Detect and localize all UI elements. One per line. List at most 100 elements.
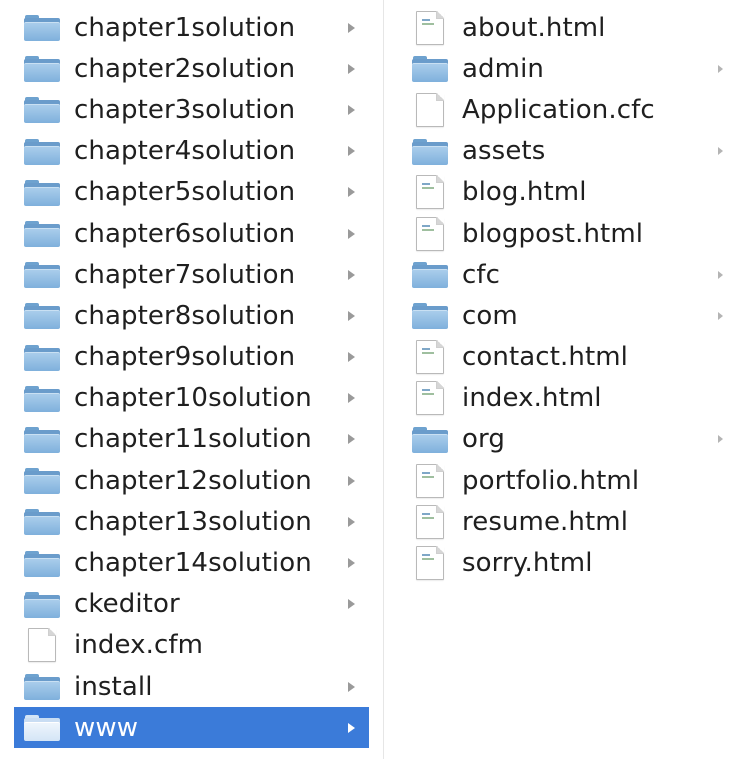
item-label: ckeditor xyxy=(74,589,180,620)
folder-icon xyxy=(24,591,60,618)
html-file-icon xyxy=(416,216,444,251)
chevron-right-icon xyxy=(718,147,723,156)
html-file-icon xyxy=(416,546,444,581)
file-row-index-cfm[interactable]: index.cfm xyxy=(0,625,383,666)
folder-row-com[interactable]: com xyxy=(384,295,739,336)
item-label: index.html xyxy=(462,383,602,414)
chevron-right-icon xyxy=(348,187,355,198)
chevron-right-icon xyxy=(348,475,355,486)
folder-icon xyxy=(24,261,60,289)
folder-row-chapter4solution[interactable]: chapter4solution xyxy=(0,131,383,172)
file-row-resume-html[interactable]: resume.html xyxy=(384,501,739,542)
folder-row-chapter6solution[interactable]: chapter6solution xyxy=(0,213,383,254)
folder-icon xyxy=(24,550,60,577)
item-label: index.cfm xyxy=(74,630,204,661)
file-row-portfolio-html[interactable]: portfolio.html xyxy=(384,460,739,501)
chevron-right-icon xyxy=(348,269,355,280)
item-label: resume.html xyxy=(462,506,629,537)
folder-icon xyxy=(24,55,60,83)
item-label: portfolio.html xyxy=(462,465,640,496)
folder-row-chapter2solution[interactable]: chapter2solution xyxy=(0,48,383,89)
folder-icon xyxy=(24,96,60,124)
chevron-right-icon xyxy=(348,228,355,239)
folder-icon xyxy=(412,302,448,330)
item-label: admin xyxy=(462,53,544,84)
folder-row-chapter10solution[interactable]: chapter10solution xyxy=(0,378,383,419)
item-label: chapter5solution xyxy=(74,177,296,208)
folder-icon xyxy=(24,220,60,248)
item-label: contact.html xyxy=(462,342,628,373)
folder-icon xyxy=(24,179,60,206)
folder-row-org[interactable]: org xyxy=(384,419,739,460)
chevron-right-icon xyxy=(348,104,355,115)
folder-row-chapter3solution[interactable]: chapter3solution xyxy=(0,89,383,130)
folder-icon xyxy=(24,344,60,371)
parent-folder-column[interactable]: chapter1solution chapter2solution chapter3… xyxy=(0,0,384,759)
folder-row-chapter9solution[interactable]: chapter9solution xyxy=(0,337,383,378)
item-label: chapter13solution xyxy=(74,506,312,537)
folder-icon xyxy=(412,261,448,289)
item-label: chapter6solution xyxy=(74,218,296,249)
chevron-right-icon xyxy=(348,434,355,445)
folder-row-chapter8solution[interactable]: chapter8solution xyxy=(0,295,383,336)
folder-row-chapter14solution[interactable]: chapter14solution xyxy=(0,542,383,583)
chevron-right-icon xyxy=(348,393,355,404)
item-label: chapter14solution xyxy=(74,548,312,579)
file-row-sorry-html[interactable]: sorry.html xyxy=(384,542,739,583)
item-label: chapter9solution xyxy=(74,342,296,373)
folder-row-ckeditor[interactable]: ckeditor xyxy=(0,584,383,625)
folder-row-chapter5solution[interactable]: chapter5solution xyxy=(0,172,383,213)
file-row-contact-html[interactable]: contact.html xyxy=(384,337,739,378)
item-label: install xyxy=(74,671,153,702)
chevron-right-icon xyxy=(718,64,723,73)
item-label: chapter10solution xyxy=(74,383,312,414)
item-label: about.html xyxy=(462,12,606,43)
item-label: chapter7solution xyxy=(74,259,296,290)
item-label: chapter8solution xyxy=(74,300,296,331)
www-folder-column[interactable]: about.html admin Application.cfc assets blog… xyxy=(384,0,739,759)
folder-icon xyxy=(24,385,60,412)
html-file-icon xyxy=(416,175,444,210)
item-label: chapter12solution xyxy=(74,465,312,496)
folder-icon xyxy=(24,302,60,330)
file-row-index-html[interactable]: index.html xyxy=(384,378,739,419)
chevron-right-icon xyxy=(718,270,723,279)
folder-row-admin[interactable]: admin xyxy=(384,48,739,89)
chevron-right-icon xyxy=(348,558,355,569)
chevron-right-icon xyxy=(348,63,355,74)
folder-row-chapter1solution[interactable]: chapter1solution xyxy=(0,7,383,48)
file-row-blog-html[interactable]: blog.html xyxy=(384,172,739,213)
chevron-right-icon xyxy=(718,435,723,444)
folder-row-chapter11solution[interactable]: chapter11solution xyxy=(0,419,383,460)
item-label: chapter11solution xyxy=(74,424,312,455)
folder-icon xyxy=(24,426,60,453)
folder-row-install[interactable]: install xyxy=(0,666,383,707)
chevron-right-icon xyxy=(348,22,355,33)
folder-icon xyxy=(412,55,448,83)
folder-row-chapter12solution[interactable]: chapter12solution xyxy=(0,460,383,501)
folder-icon xyxy=(24,714,60,742)
chevron-right-icon xyxy=(348,516,355,527)
file-icon xyxy=(28,628,56,663)
folder-icon xyxy=(24,467,60,495)
file-icon xyxy=(416,92,444,127)
file-row-about-html[interactable]: about.html xyxy=(384,7,739,48)
chevron-right-icon xyxy=(348,310,355,321)
folder-icon xyxy=(24,14,60,42)
folder-icon xyxy=(412,138,448,165)
file-row-blogpost-html[interactable]: blogpost.html xyxy=(384,213,739,254)
folder-row-cfc[interactable]: cfc xyxy=(384,254,739,295)
item-label: www xyxy=(74,712,139,743)
file-row-application-cfc[interactable]: Application.cfc xyxy=(384,89,739,130)
chevron-right-icon xyxy=(718,311,723,320)
folder-row-assets[interactable]: assets xyxy=(384,131,739,172)
chevron-right-icon xyxy=(348,146,355,157)
item-label: blog.html xyxy=(462,177,587,208)
folder-row-www[interactable]: www xyxy=(14,707,369,749)
chevron-right-icon xyxy=(348,352,355,363)
html-file-icon xyxy=(416,10,444,45)
folder-row-chapter13solution[interactable]: chapter13solution xyxy=(0,501,383,542)
item-label: cfc xyxy=(462,259,501,290)
html-file-icon xyxy=(416,504,444,539)
folder-row-chapter7solution[interactable]: chapter7solution xyxy=(0,254,383,295)
